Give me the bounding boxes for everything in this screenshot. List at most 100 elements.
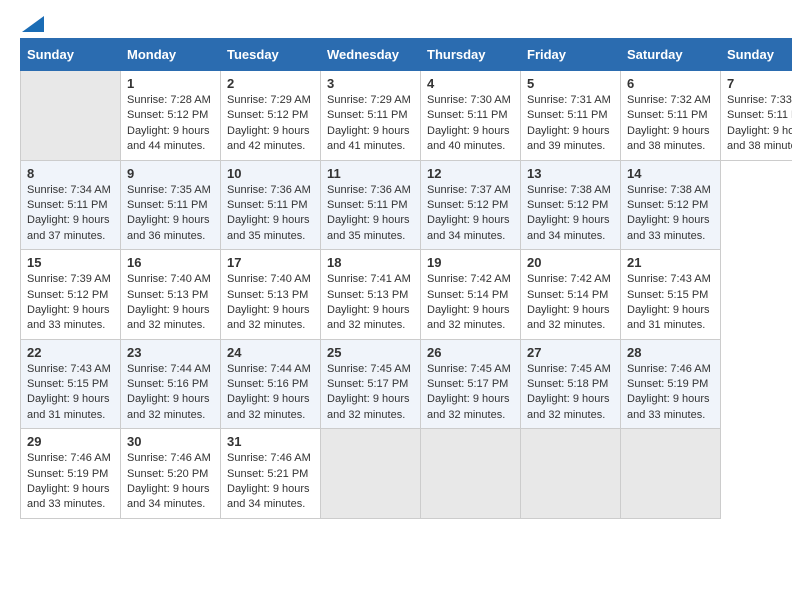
day-number: 19 — [427, 255, 514, 270]
day-info: Sunrise: 7:32 AMSunset: 5:11 PMDaylight:… — [627, 93, 714, 155]
day-number: 7 — [727, 76, 792, 91]
day-number: 13 — [527, 166, 614, 181]
day-info: Sunrise: 7:43 AMSunset: 5:15 PMDaylight:… — [27, 362, 114, 424]
logo-icon — [22, 16, 44, 32]
header-day-tuesday: Tuesday — [221, 39, 321, 71]
day-number: 3 — [327, 76, 414, 91]
calendar-cell: 1 Sunrise: 7:28 AMSunset: 5:12 PMDaylight… — [121, 71, 221, 161]
calendar-cell: 23 Sunrise: 7:44 AMSunset: 5:16 PMDayligh… — [121, 339, 221, 429]
calendar-cell: 27 Sunrise: 7:45 AMSunset: 5:18 PMDayligh… — [521, 339, 621, 429]
day-info: Sunrise: 7:45 AMSunset: 5:17 PMDaylight:… — [427, 362, 514, 424]
day-number: 22 — [27, 345, 114, 360]
day-number: 30 — [127, 434, 214, 449]
header-day-friday: Friday — [521, 39, 621, 71]
day-info: Sunrise: 7:41 AMSunset: 5:13 PMDaylight:… — [327, 272, 414, 334]
day-info: Sunrise: 7:44 AMSunset: 5:16 PMDaylight:… — [127, 362, 214, 424]
day-info: Sunrise: 7:44 AMSunset: 5:16 PMDaylight:… — [227, 362, 314, 424]
day-info: Sunrise: 7:36 AMSunset: 5:11 PMDaylight:… — [327, 183, 414, 245]
day-info: Sunrise: 7:29 AMSunset: 5:12 PMDaylight:… — [227, 93, 314, 155]
day-number: 26 — [427, 345, 514, 360]
day-number: 8 — [27, 166, 114, 181]
day-number: 29 — [27, 434, 114, 449]
calendar-cell: 18 Sunrise: 7:41 AMSunset: 5:13 PMDayligh… — [321, 250, 421, 340]
header-sunday: Sunday — [721, 39, 792, 71]
day-info: Sunrise: 7:40 AMSunset: 5:13 PMDaylight:… — [127, 272, 214, 334]
calendar-cell: 5 Sunrise: 7:31 AMSunset: 5:11 PMDaylight… — [521, 71, 621, 161]
day-number: 4 — [427, 76, 514, 91]
calendar-week-1: 8 Sunrise: 7:34 AMSunset: 5:11 PMDaylight… — [21, 160, 792, 250]
calendar-cell: 26 Sunrise: 7:45 AMSunset: 5:17 PMDayligh… — [421, 339, 521, 429]
day-number: 12 — [427, 166, 514, 181]
header-day-monday: Monday — [121, 39, 221, 71]
header-day-sunday: Sunday — [21, 39, 121, 71]
day-number: 11 — [327, 166, 414, 181]
calendar-cell: 17 Sunrise: 7:40 AMSunset: 5:13 PMDayligh… — [221, 250, 321, 340]
calendar-header-row: SundayMondayTuesdayWednesdayThursdayFrid… — [21, 39, 792, 71]
calendar-cell — [521, 429, 621, 519]
day-info: Sunrise: 7:40 AMSunset: 5:13 PMDaylight:… — [227, 272, 314, 334]
header-day-thursday: Thursday — [421, 39, 521, 71]
day-number: 10 — [227, 166, 314, 181]
day-info: Sunrise: 7:29 AMSunset: 5:11 PMDaylight:… — [327, 93, 414, 155]
calendar-table: SundayMondayTuesdayWednesdayThursdayFrid… — [20, 38, 792, 519]
calendar-cell: 7Sunrise: 7:33 AMSunset: 5:11 PMDaylight… — [721, 71, 792, 161]
day-number: 5 — [527, 76, 614, 91]
day-info: Sunrise: 7:31 AMSunset: 5:11 PMDaylight:… — [527, 93, 614, 155]
header-day-wednesday: Wednesday — [321, 39, 421, 71]
day-number: 9 — [127, 166, 214, 181]
calendar-week-4: 29 Sunrise: 7:46 AMSunset: 5:19 PMDayligh… — [21, 429, 792, 519]
day-number: 17 — [227, 255, 314, 270]
calendar-cell: 24 Sunrise: 7:44 AMSunset: 5:16 PMDayligh… — [221, 339, 321, 429]
calendar-cell: 13 Sunrise: 7:38 AMSunset: 5:12 PMDayligh… — [521, 160, 621, 250]
day-info: Sunrise: 7:43 AMSunset: 5:15 PMDaylight:… — [627, 272, 714, 334]
calendar-cell: 19 Sunrise: 7:42 AMSunset: 5:14 PMDayligh… — [421, 250, 521, 340]
day-info: Sunrise: 7:46 AMSunset: 5:21 PMDaylight:… — [227, 451, 314, 513]
day-info: Sunrise: 7:45 AMSunset: 5:17 PMDaylight:… — [327, 362, 414, 424]
day-number: 20 — [527, 255, 614, 270]
day-info: Sunrise: 7:36 AMSunset: 5:11 PMDaylight:… — [227, 183, 314, 245]
calendar-week-3: 22 Sunrise: 7:43 AMSunset: 5:15 PMDayligh… — [21, 339, 792, 429]
day-info: Sunrise: 7:45 AMSunset: 5:18 PMDaylight:… — [527, 362, 614, 424]
day-number: 24 — [227, 345, 314, 360]
calendar-cell: 10 Sunrise: 7:36 AMSunset: 5:11 PMDayligh… — [221, 160, 321, 250]
day-number: 27 — [527, 345, 614, 360]
calendar-cell: 4 Sunrise: 7:30 AMSunset: 5:11 PMDaylight… — [421, 71, 521, 161]
calendar-cell: 25 Sunrise: 7:45 AMSunset: 5:17 PMDayligh… — [321, 339, 421, 429]
day-number: 25 — [327, 345, 414, 360]
calendar-cell: 6 Sunrise: 7:32 AMSunset: 5:11 PMDaylight… — [621, 71, 721, 161]
calendar-cell: 3 Sunrise: 7:29 AMSunset: 5:11 PMDaylight… — [321, 71, 421, 161]
day-number: 15 — [27, 255, 114, 270]
calendar-cell: 30 Sunrise: 7:46 AMSunset: 5:20 PMDayligh… — [121, 429, 221, 519]
day-info: Sunrise: 7:34 AMSunset: 5:11 PMDaylight:… — [27, 183, 114, 245]
day-info: Sunrise: 7:46 AMSunset: 5:20 PMDaylight:… — [127, 451, 214, 513]
calendar-cell — [621, 429, 721, 519]
day-number: 21 — [627, 255, 714, 270]
day-number: 2 — [227, 76, 314, 91]
day-info: Sunrise: 7:42 AMSunset: 5:14 PMDaylight:… — [427, 272, 514, 334]
day-info: Sunrise: 7:37 AMSunset: 5:12 PMDaylight:… — [427, 183, 514, 245]
day-info: Sunrise: 7:39 AMSunset: 5:12 PMDaylight:… — [27, 272, 114, 334]
calendar-cell: 16Sunrise: 7:40 AMSunset: 5:13 PMDayligh… — [121, 250, 221, 340]
day-info: Sunrise: 7:46 AMSunset: 5:19 PMDaylight:… — [27, 451, 114, 513]
day-info: Sunrise: 7:35 AMSunset: 5:11 PMDaylight:… — [127, 183, 214, 245]
day-number: 31 — [227, 434, 314, 449]
calendar-cell: 2 Sunrise: 7:29 AMSunset: 5:12 PMDaylight… — [221, 71, 321, 161]
calendar-cell: 22 Sunrise: 7:43 AMSunset: 5:15 PMDayligh… — [21, 339, 121, 429]
day-number: 18 — [327, 255, 414, 270]
calendar-cell: 20Sunrise: 7:42 AMSunset: 5:14 PMDayligh… — [521, 250, 621, 340]
day-info: Sunrise: 7:30 AMSunset: 5:11 PMDaylight:… — [427, 93, 514, 155]
page-header — [20, 20, 772, 28]
day-number: 23 — [127, 345, 214, 360]
day-number: 6 — [627, 76, 714, 91]
day-info: Sunrise: 7:28 AMSunset: 5:12 PMDaylight:… — [127, 93, 214, 155]
calendar-cell: 21 Sunrise: 7:43 AMSunset: 5:15 PMDayligh… — [621, 250, 721, 340]
calendar-cell: 9 Sunrise: 7:35 AMSunset: 5:11 PMDaylight… — [121, 160, 221, 250]
day-number: 1 — [127, 76, 214, 91]
header-day-saturday: Saturday — [621, 39, 721, 71]
calendar-cell: 28Sunrise: 7:46 AMSunset: 5:19 PMDayligh… — [621, 339, 721, 429]
day-info: Sunrise: 7:38 AMSunset: 5:12 PMDaylight:… — [527, 183, 614, 245]
calendar-cell: 31 Sunrise: 7:46 AMSunset: 5:21 PMDayligh… — [221, 429, 321, 519]
calendar-cell: 11 Sunrise: 7:36 AMSunset: 5:11 PMDayligh… — [321, 160, 421, 250]
calendar-cell — [321, 429, 421, 519]
calendar-cell: 29 Sunrise: 7:46 AMSunset: 5:19 PMDayligh… — [21, 429, 121, 519]
